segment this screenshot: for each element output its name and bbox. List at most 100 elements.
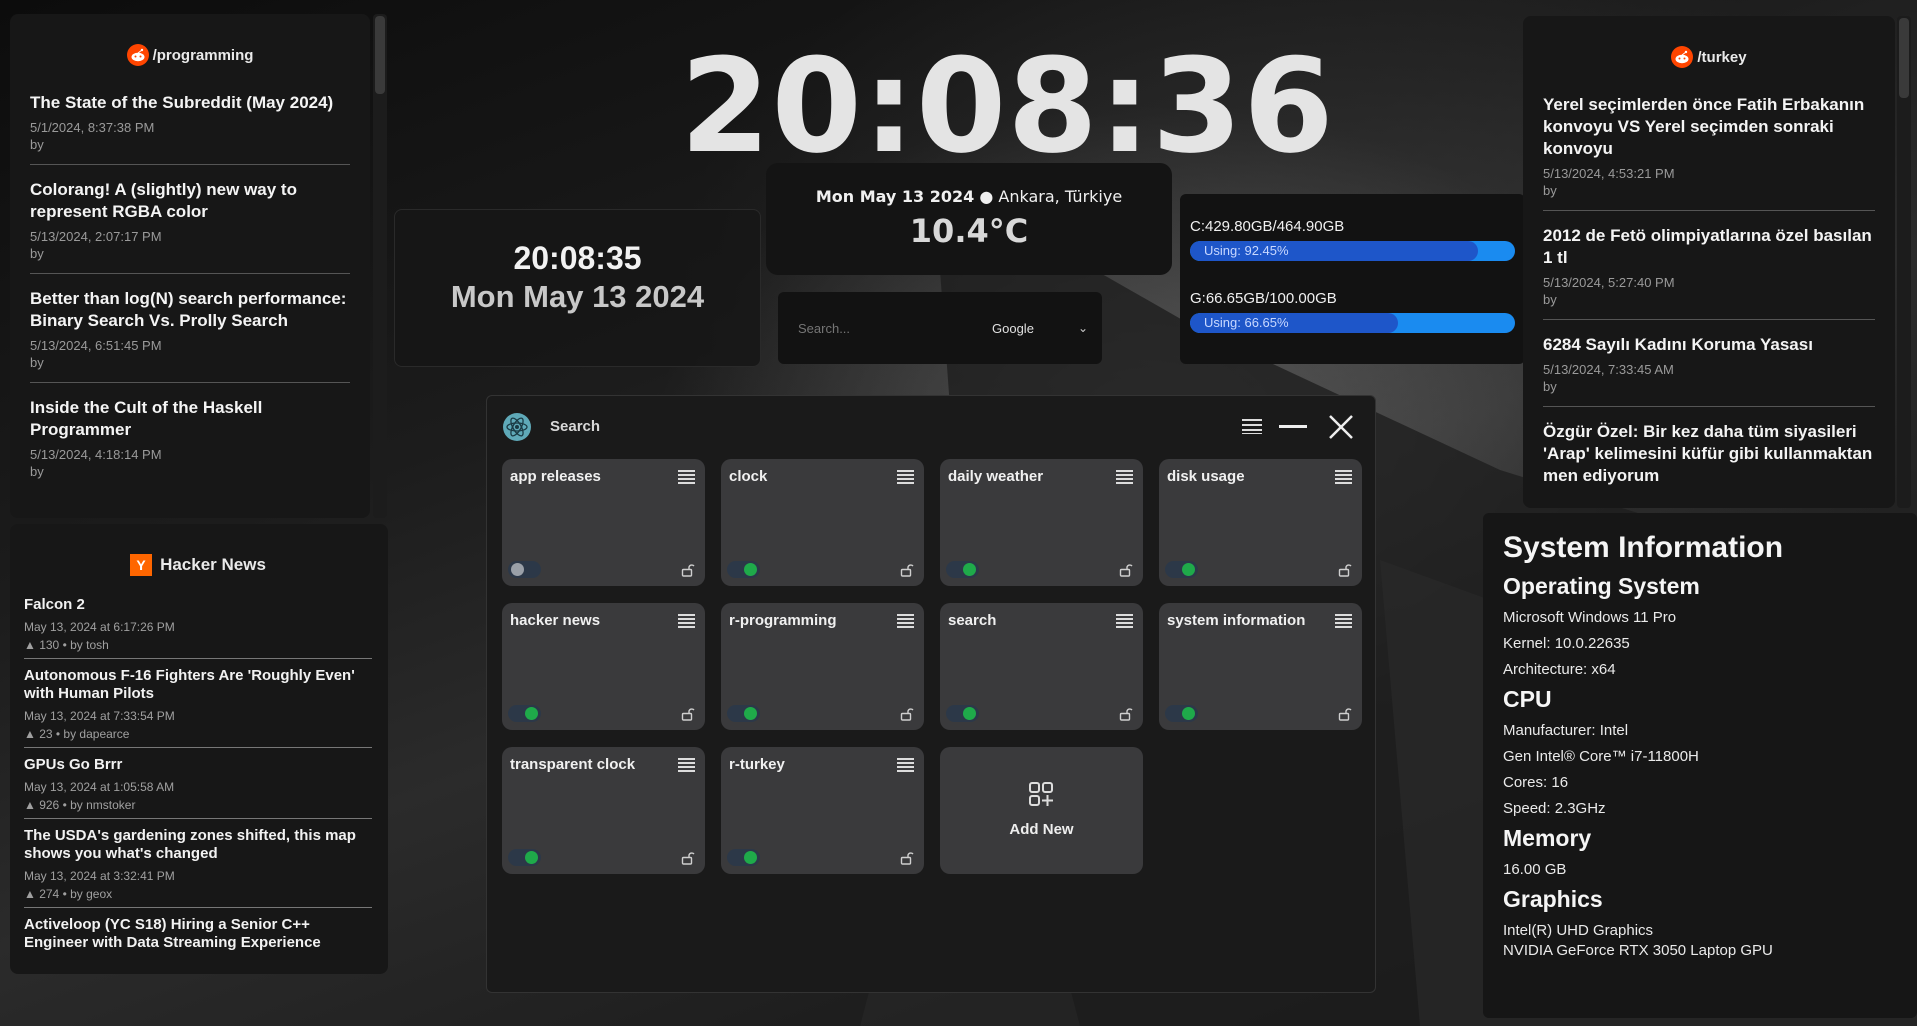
post-author: by bbox=[1543, 379, 1557, 394]
story-title[interactable]: The USDA's gardening zones shifted, this… bbox=[24, 827, 372, 863]
menu-icon[interactable] bbox=[678, 614, 695, 628]
hacker-news-widget: Y Hacker News Falcon 2 May 13, 2024 at 6:… bbox=[10, 524, 388, 974]
chevron-down-icon: ⌄ bbox=[1077, 321, 1088, 335]
list-item[interactable]: Autonomous F-16 Fighters Are 'Roughly Ev… bbox=[24, 659, 372, 748]
post-title[interactable]: Better than log(N) search performance: B… bbox=[30, 288, 350, 332]
unlock-icon[interactable] bbox=[900, 563, 914, 577]
hacker-news-header: Y Hacker News bbox=[24, 554, 372, 576]
widget-card[interactable]: app releases bbox=[502, 459, 705, 586]
menu-icon[interactable] bbox=[678, 758, 695, 772]
scrollbar[interactable] bbox=[1897, 16, 1911, 508]
unlock-icon[interactable] bbox=[1338, 563, 1352, 577]
widget-card[interactable]: transparent clock bbox=[502, 747, 705, 874]
widget-enable-toggle[interactable] bbox=[727, 705, 760, 722]
post-title[interactable]: Colorang! A (slightly) new way to repres… bbox=[30, 179, 350, 223]
unlock-icon[interactable] bbox=[1119, 563, 1133, 577]
list-item[interactable]: Falcon 2 May 13, 2024 at 6:17:26 PM ▲ 130 … bbox=[24, 588, 372, 659]
unlock-icon[interactable] bbox=[1338, 707, 1352, 721]
toggle-knob bbox=[525, 707, 538, 720]
widget-card[interactable]: r-programming bbox=[721, 603, 924, 730]
add-widget-icon bbox=[1028, 781, 1054, 812]
post-title[interactable]: Yerel seçimlerden önce Fatih Erbakanın k… bbox=[1543, 94, 1875, 160]
manager-titlebar: Search bbox=[487, 396, 1375, 456]
toggle-knob bbox=[511, 563, 524, 576]
unlock-icon[interactable] bbox=[681, 563, 695, 577]
search-engine-select[interactable]: Google ⌄ bbox=[992, 318, 1088, 338]
weather-header: Mon May 13 2024 ● Ankara, Türkiye bbox=[766, 187, 1172, 206]
widget-enable-toggle[interactable] bbox=[1165, 561, 1198, 578]
post-author: by bbox=[1543, 292, 1557, 307]
menu-icon[interactable] bbox=[1116, 614, 1133, 628]
post-title[interactable]: Özgür Özel: Bir kez daha tüm siyasileri … bbox=[1543, 421, 1875, 487]
widget-card[interactable]: clock bbox=[721, 459, 924, 586]
unlock-icon[interactable] bbox=[900, 707, 914, 721]
disk-c-label: C:429.80GB/464.90GB bbox=[1190, 218, 1345, 235]
search-input[interactable] bbox=[798, 316, 958, 340]
widget-enable-toggle[interactable] bbox=[508, 561, 541, 578]
menu-icon[interactable] bbox=[1335, 470, 1352, 484]
menu-icon[interactable] bbox=[897, 758, 914, 772]
widget-enable-toggle[interactable] bbox=[727, 849, 760, 866]
list-item[interactable]: Activeloop (YC S18) Hiring a Senior C++ … bbox=[24, 908, 372, 958]
post-title[interactable]: 6284 Sayılı Kadını Koruma Yasası bbox=[1543, 334, 1875, 356]
atom-logo-icon bbox=[503, 413, 531, 441]
widget-card[interactable]: system information bbox=[1159, 603, 1362, 730]
hacker-news-title: Hacker News bbox=[160, 555, 266, 574]
story-date: May 13, 2024 at 6:17:26 PM bbox=[24, 620, 175, 634]
list-item[interactable]: Colorang! A (slightly) new way to repres… bbox=[30, 165, 350, 274]
post-title[interactable]: 2012 de Fetö olimpiyatlarına özel basıla… bbox=[1543, 225, 1875, 269]
widget-enable-toggle[interactable] bbox=[727, 561, 760, 578]
list-item[interactable]: 6284 Sayılı Kadını Koruma Yasası 5/13/202… bbox=[1543, 320, 1875, 407]
widget-card-name: search bbox=[948, 612, 997, 629]
memory-value: 16.00 GB bbox=[1503, 861, 1567, 878]
list-item[interactable]: GPUs Go Brrr May 13, 2024 at 1:05:58 AM ▲ … bbox=[24, 748, 372, 819]
menu-icon[interactable] bbox=[1242, 418, 1262, 434]
post-title[interactable]: Inside the Cult of the Haskell Programme… bbox=[30, 397, 350, 441]
story-title[interactable]: Autonomous F-16 Fighters Are 'Roughly Ev… bbox=[24, 667, 372, 703]
weather-date: Mon May 13 2024 bbox=[815, 187, 975, 206]
widget-card[interactable]: disk usage bbox=[1159, 459, 1362, 586]
widget-card[interactable]: hacker news bbox=[502, 603, 705, 730]
scrollbar[interactable] bbox=[373, 14, 387, 518]
unlock-icon[interactable] bbox=[900, 851, 914, 865]
menu-icon[interactable] bbox=[897, 614, 914, 628]
scrollbar-thumb[interactable] bbox=[375, 16, 385, 94]
story-title[interactable]: Activeloop (YC S18) Hiring a Senior C++ … bbox=[24, 916, 372, 952]
menu-icon[interactable] bbox=[1116, 470, 1133, 484]
menu-icon[interactable] bbox=[897, 470, 914, 484]
widget-enable-toggle[interactable] bbox=[946, 705, 979, 722]
widget-card[interactable]: search bbox=[940, 603, 1143, 730]
unlock-icon[interactable] bbox=[681, 707, 695, 721]
widget-enable-toggle[interactable] bbox=[946, 561, 979, 578]
widget-enable-toggle[interactable] bbox=[1165, 705, 1198, 722]
story-title[interactable]: Falcon 2 bbox=[24, 596, 372, 614]
list-item[interactable]: 2012 de Fetö olimpiyatlarına özel basıla… bbox=[1543, 211, 1875, 320]
list-item[interactable]: The USDA's gardening zones shifted, this… bbox=[24, 819, 372, 908]
list-item[interactable]: The State of the Subreddit (May 2024) 5/1… bbox=[30, 78, 350, 165]
minimize-icon[interactable] bbox=[1279, 425, 1307, 428]
reddit-turkey-widget: /turkey Yerel seçimlerden önce Fatih Erb… bbox=[1523, 16, 1895, 508]
toggle-knob bbox=[1182, 563, 1195, 576]
widget-card[interactable]: r-turkey bbox=[721, 747, 924, 874]
widget-enable-toggle[interactable] bbox=[508, 705, 541, 722]
widget-enable-toggle[interactable] bbox=[508, 849, 541, 866]
add-new-widget-button[interactable]: Add New bbox=[940, 747, 1143, 874]
list-item[interactable]: Özgür Özel: Bir kez daha tüm siyasileri … bbox=[1543, 407, 1875, 499]
story-title[interactable]: GPUs Go Brrr bbox=[24, 756, 372, 774]
story-date: May 13, 2024 at 7:33:54 PM bbox=[24, 709, 175, 723]
list-item[interactable]: Yerel seçimlerden önce Fatih Erbakanın k… bbox=[1543, 80, 1875, 211]
reddit-programming-header: /programming bbox=[30, 44, 350, 66]
widget-manager-window: Search app releases clock daily weather dis… bbox=[486, 395, 1376, 993]
post-title[interactable]: The State of the Subreddit (May 2024) bbox=[30, 92, 350, 114]
unlock-icon[interactable] bbox=[1119, 707, 1133, 721]
list-item[interactable]: Better than log(N) search performance: B… bbox=[30, 274, 350, 383]
close-icon[interactable] bbox=[1328, 414, 1354, 440]
menu-icon[interactable] bbox=[678, 470, 695, 484]
unlock-icon[interactable] bbox=[681, 851, 695, 865]
post-author: by bbox=[30, 137, 44, 152]
list-item[interactable]: Inside the Cult of the Haskell Programme… bbox=[30, 383, 350, 491]
weather-location: Ankara, Türkiye bbox=[998, 187, 1123, 206]
scrollbar-thumb[interactable] bbox=[1899, 18, 1909, 98]
menu-icon[interactable] bbox=[1335, 614, 1352, 628]
widget-card[interactable]: daily weather bbox=[940, 459, 1143, 586]
